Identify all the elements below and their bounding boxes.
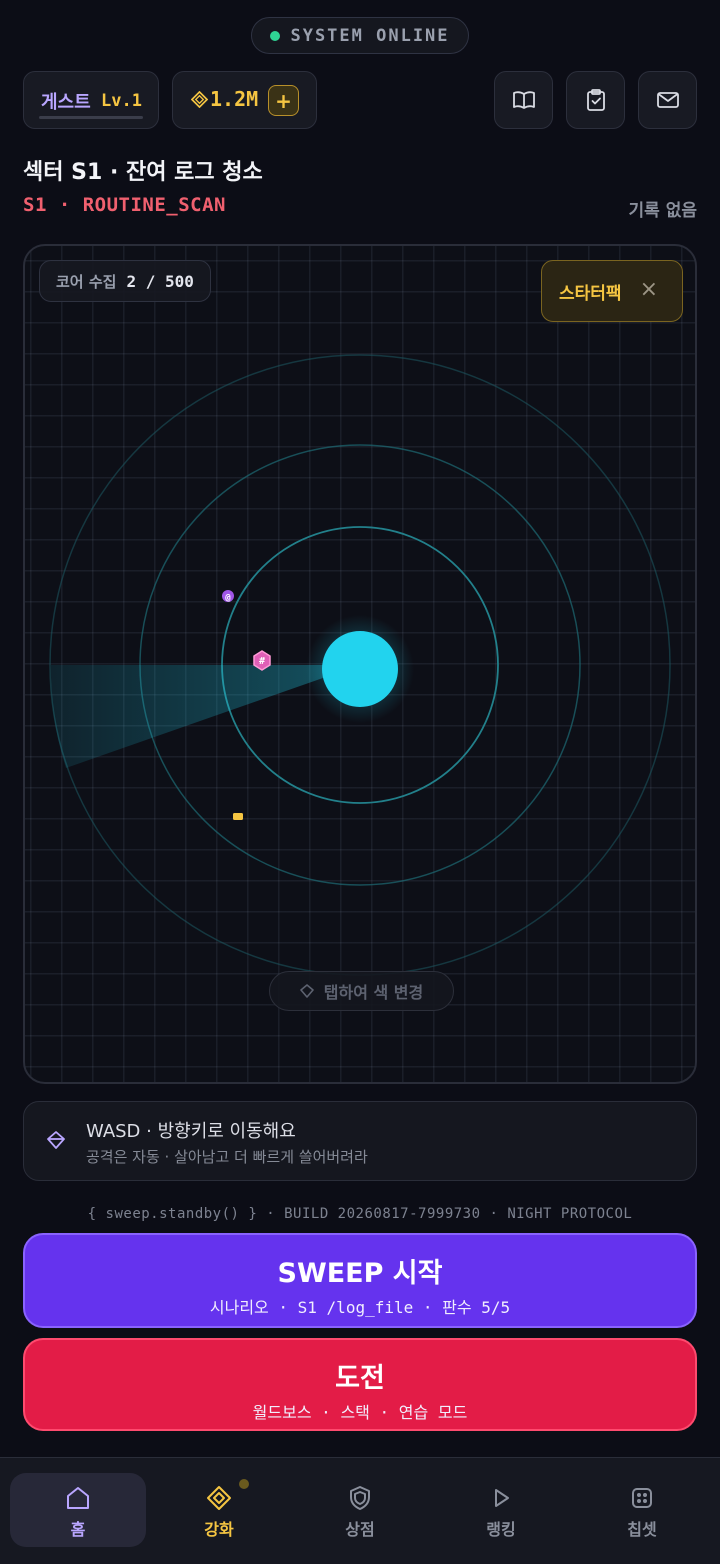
diamond-hint-icon bbox=[47, 1131, 65, 1149]
build-info: { sweep.standby() } · BUILD 20260817-799… bbox=[87, 1206, 633, 1222]
player-orb bbox=[322, 631, 398, 707]
data-fragment-yellow bbox=[233, 813, 243, 820]
diamond-icon bbox=[207, 1486, 231, 1510]
chip-icon bbox=[632, 1488, 652, 1508]
clipboard-check-icon bbox=[586, 89, 605, 111]
sweep-start-sub: 시나리오 · S1 /log_file · 판수 5/5 bbox=[209, 1298, 511, 1317]
nav-home[interactable]: 홈 bbox=[10, 1473, 146, 1547]
status-label: SYSTEM ONLINE bbox=[290, 25, 450, 46]
system-status-pill: SYSTEM ONLINE bbox=[251, 17, 469, 54]
challenge-label: 도전 bbox=[335, 1363, 385, 1394]
bottom-nav: 홈 강화 상점 랭킹 칩셋 bbox=[0, 1457, 720, 1564]
game-arena[interactable]: # @ 코어 수집 2 / 500 스타터팩 × 탭하여 색 변경 bbox=[23, 244, 697, 1084]
user-name: 게스트 bbox=[41, 92, 91, 113]
nav-upgrade-label: 강화 bbox=[204, 1520, 234, 1539]
missions-button[interactable] bbox=[566, 71, 625, 129]
gem-icon bbox=[191, 91, 208, 108]
sector-subtitle: S1 · ROUTINE_SCAN bbox=[23, 194, 226, 216]
core-counter: 코어 수집 2 / 500 bbox=[39, 260, 211, 302]
currency-chip[interactable]: 1.2M + bbox=[172, 71, 317, 129]
mail-icon bbox=[656, 92, 679, 108]
challenge-sub: 월드보스 · 스택 · 연습 모드 bbox=[252, 1403, 468, 1422]
nav-shop[interactable]: 상점 bbox=[292, 1473, 428, 1547]
challenge-button[interactable]: 도전 월드보스 · 스택 · 연습 모드 bbox=[23, 1338, 697, 1431]
status-online-dot bbox=[270, 30, 281, 41]
play-icon bbox=[495, 1489, 509, 1507]
book-icon bbox=[512, 91, 535, 109]
guide-book-button[interactable] bbox=[494, 71, 553, 129]
diamond-outline-icon bbox=[299, 984, 314, 998]
shield-icon bbox=[350, 1486, 370, 1510]
hint-title: WASD · 방향키로 이동해요 bbox=[86, 1121, 296, 1142]
starter-pack-banner[interactable]: 스타터팩 × bbox=[541, 260, 683, 322]
core-counter-value: 2 / 500 bbox=[126, 271, 194, 291]
starter-pack-label: 스타터팩 bbox=[559, 283, 622, 304]
sweep-start-label: SWEEP 시작 bbox=[277, 1258, 443, 1289]
hint-subtitle: 공격은 자동 · 살아남고 더 빠르게 쓸어버려라 bbox=[86, 1148, 368, 1166]
svg-text:@: @ bbox=[225, 593, 231, 603]
arena-field: # @ bbox=[49, 354, 671, 976]
user-level: Lv.1 bbox=[101, 91, 142, 111]
tap-hint-label: 탭하여 색 변경 bbox=[323, 983, 424, 1002]
nav-chipset-label: 칩셋 bbox=[627, 1520, 657, 1539]
enemy-pink-hex: # bbox=[253, 650, 271, 671]
user-profile-chip[interactable]: 게스트 Lv.1 bbox=[23, 71, 159, 129]
nav-ranking[interactable]: 랭킹 bbox=[433, 1473, 569, 1547]
home-icon bbox=[67, 1487, 89, 1509]
nav-shop-label: 상점 bbox=[345, 1520, 375, 1539]
xp-bar bbox=[39, 116, 143, 119]
core-counter-label: 코어 수집 bbox=[56, 272, 117, 291]
nav-upgrade[interactable]: 강화 bbox=[151, 1473, 287, 1547]
app-screen: SYSTEM ONLINE 게스트 Lv.1 1.2M + 섹터 S1 · 잔여… bbox=[0, 0, 720, 1564]
best-record: 기록 없음 bbox=[628, 201, 697, 221]
enemy-purple-swirl: @ bbox=[222, 590, 234, 603]
add-currency-button[interactable]: + bbox=[268, 85, 299, 116]
svg-text:#: # bbox=[259, 656, 265, 667]
close-icon[interactable]: × bbox=[640, 277, 658, 302]
nav-home-label: 홈 bbox=[70, 1520, 86, 1539]
tap-to-change-color-button[interactable]: 탭하여 색 변경 bbox=[269, 971, 454, 1011]
currency-amount: 1.2M bbox=[210, 87, 259, 111]
sector-title: 섹터 S1 · 잔여 로그 청소 bbox=[23, 160, 263, 185]
nav-ranking-label: 랭킹 bbox=[486, 1520, 516, 1539]
sweep-start-button[interactable]: SWEEP 시작 시나리오 · S1 /log_file · 판수 5/5 bbox=[23, 1233, 697, 1328]
controls-hint-card: WASD · 방향키로 이동해요 공격은 자동 · 살아남고 더 빠르게 쓸어버… bbox=[23, 1101, 697, 1181]
notification-dot bbox=[239, 1479, 249, 1489]
nav-chipset[interactable]: 칩셋 bbox=[574, 1473, 710, 1547]
mail-button[interactable] bbox=[638, 71, 697, 129]
